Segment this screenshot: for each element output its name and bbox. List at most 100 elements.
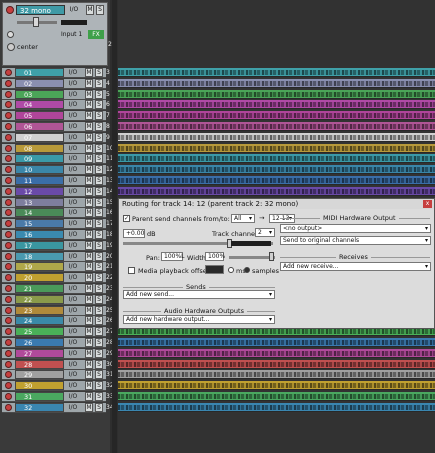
mute-button[interactable]: M	[85, 338, 93, 347]
close-icon[interactable]: x	[423, 200, 432, 208]
solo-button[interactable]: S	[95, 295, 103, 304]
mute-button[interactable]: M	[86, 5, 94, 15]
track-row[interactable]: 04 I/O M S 6	[2, 100, 110, 110]
track-row[interactable]: 28 I/O M S 30	[2, 360, 114, 370]
mute-button[interactable]: M	[85, 122, 93, 131]
solo-button[interactable]: S	[95, 262, 103, 271]
track-row[interactable]: 23 I/O M S 25	[2, 306, 114, 316]
track-name-field[interactable]: 31	[15, 392, 64, 401]
mute-button[interactable]: M	[85, 176, 93, 185]
track-name-field[interactable]: 02	[15, 79, 64, 88]
track-name-field[interactable]: 14	[15, 208, 64, 217]
pan-field[interactable]: 100%L	[161, 252, 185, 261]
width-slider-knob[interactable]	[269, 252, 274, 261]
mute-button[interactable]: M	[85, 241, 93, 250]
parent-send-checkbox[interactable]: ✓	[123, 215, 130, 222]
mute-button[interactable]: M	[85, 144, 93, 153]
mute-button[interactable]: M	[85, 133, 93, 142]
mute-button[interactable]: M	[85, 111, 93, 120]
width-field[interactable]: 100%	[205, 252, 225, 261]
solo-button[interactable]: S	[95, 327, 103, 336]
record-arm-button[interactable]	[5, 371, 12, 378]
track-channels-select[interactable]: 2	[255, 228, 275, 237]
mute-button[interactable]: M	[85, 403, 93, 412]
record-arm-button[interactable]	[5, 317, 12, 324]
pan-knob[interactable]	[7, 43, 15, 51]
track-lane[interactable]	[118, 187, 435, 196]
mute-button[interactable]: M	[85, 100, 93, 109]
io-button[interactable]: I/O	[66, 122, 80, 131]
io-button[interactable]: I/O	[66, 295, 80, 304]
record-arm-button[interactable]	[5, 285, 12, 292]
solo-button[interactable]: S	[95, 187, 103, 196]
mute-button[interactable]: M	[85, 262, 93, 271]
solo-button[interactable]: S	[95, 208, 103, 217]
midi-output-select[interactable]: <no output>	[280, 224, 431, 233]
track-row[interactable]: 09 I/O M S 11	[2, 154, 114, 164]
solo-button[interactable]: S	[95, 90, 103, 99]
mute-button[interactable]: M	[85, 327, 93, 336]
track-lane[interactable]	[118, 176, 435, 185]
track-lane[interactable]	[118, 122, 435, 131]
io-button[interactable]: I/O	[66, 392, 80, 401]
solo-button[interactable]: S	[95, 230, 103, 239]
input-label[interactable]: Input 1	[61, 31, 82, 38]
solo-button[interactable]: S	[95, 79, 103, 88]
record-arm-button[interactable]	[5, 328, 12, 335]
mute-button[interactable]: M	[85, 349, 93, 358]
track-lane[interactable]	[118, 111, 435, 120]
mute-button[interactable]: M	[85, 165, 93, 174]
solo-button[interactable]: S	[95, 198, 103, 207]
add-receive-select[interactable]: Add new receive...	[280, 262, 431, 271]
tcp-scrollbar[interactable]	[112, 0, 117, 453]
io-button[interactable]: I/O	[66, 338, 80, 347]
io-button[interactable]: I/O	[66, 68, 80, 77]
track-row[interactable]: 12 I/O M S 14	[2, 187, 114, 197]
record-arm-button[interactable]	[5, 350, 12, 357]
mute-button[interactable]: M	[85, 252, 93, 261]
record-arm-button[interactable]	[5, 101, 12, 108]
track-name-field[interactable]: 06	[15, 122, 64, 131]
record-arm-button[interactable]	[5, 91, 12, 98]
io-button[interactable]: I/O	[66, 187, 80, 196]
solo-button[interactable]: S	[96, 5, 104, 15]
track-row[interactable]: 24 I/O M S 26	[2, 316, 114, 326]
track-name-field[interactable]: 17	[15, 241, 64, 250]
midi-channels-select[interactable]: Send to original channels	[280, 236, 431, 245]
solo-button[interactable]: S	[95, 144, 103, 153]
track-row[interactable]: 31 I/O M S 33	[2, 392, 114, 402]
track-lane[interactable]	[118, 154, 435, 163]
track-name-field[interactable]: 30	[15, 381, 64, 390]
mute-button[interactable]: M	[85, 219, 93, 228]
record-arm-button[interactable]	[6, 6, 14, 14]
mute-button[interactable]: M	[85, 68, 93, 77]
solo-button[interactable]: S	[95, 370, 103, 379]
io-button[interactable]: I/O	[66, 219, 80, 228]
record-arm-button[interactable]	[5, 123, 12, 130]
samples-radio[interactable]	[244, 267, 250, 273]
record-arm-button[interactable]	[5, 155, 12, 162]
solo-button[interactable]: S	[95, 338, 103, 347]
track-row[interactable]: 29 I/O M S 31	[2, 370, 114, 380]
volume-field[interactable]: +0.00	[123, 229, 145, 238]
track-row[interactable]: 02 I/O M S 4	[2, 79, 110, 89]
track-row[interactable]: 01 I/O M S 3	[2, 68, 110, 78]
record-arm-button[interactable]	[5, 274, 12, 281]
track-lane[interactable]	[118, 338, 435, 347]
io-button[interactable]: I/O	[66, 176, 80, 185]
track-name-field[interactable]: 12	[15, 187, 64, 196]
track-lane[interactable]	[118, 68, 435, 77]
record-arm-button[interactable]	[5, 166, 12, 173]
solo-button[interactable]: S	[95, 122, 103, 131]
solo-button[interactable]: S	[95, 133, 103, 142]
record-arm-button[interactable]	[5, 242, 12, 249]
track-row[interactable]: 03 I/O M S 5	[2, 90, 110, 100]
mute-button[interactable]: M	[85, 208, 93, 217]
track-name-field[interactable]: 15	[15, 219, 64, 228]
solo-button[interactable]: S	[95, 219, 103, 228]
track-row[interactable]: 19 I/O M S 21	[2, 262, 114, 272]
track-name-field[interactable]: 21	[15, 284, 64, 293]
record-arm-button[interactable]	[5, 307, 12, 314]
record-arm-button[interactable]	[5, 69, 12, 76]
io-button[interactable]: I/O	[66, 316, 80, 325]
